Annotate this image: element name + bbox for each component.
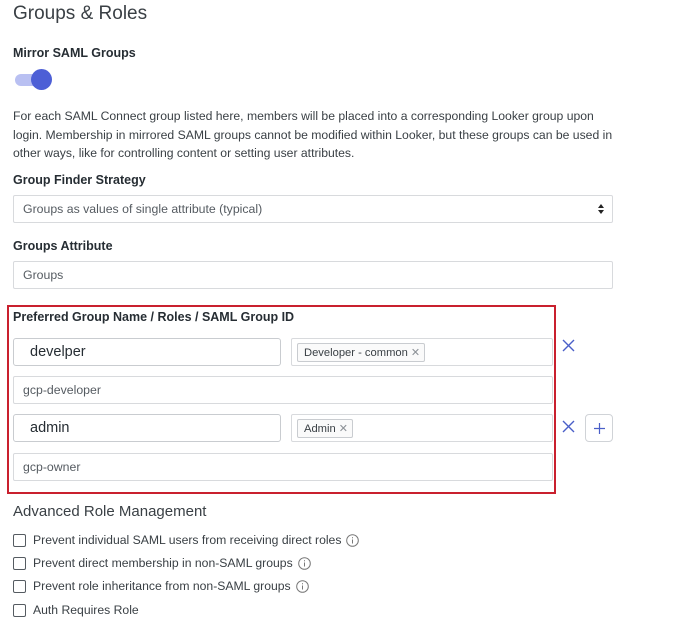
checkbox[interactable]	[13, 556, 26, 570]
saml-group-id-input[interactable]: gcp-developer	[13, 376, 553, 404]
toggle-knob	[31, 69, 52, 90]
roles-input[interactable]: Developer - common ✕	[291, 338, 553, 366]
info-icon[interactable]	[297, 556, 311, 570]
groups-attribute-input[interactable]: Groups	[13, 261, 613, 289]
advanced-option-row: Prevent direct membership in non-SAML gr…	[13, 555, 311, 571]
checkbox[interactable]	[13, 579, 26, 593]
group-name-input[interactable]: develper	[13, 338, 281, 366]
select-arrows-icon	[598, 202, 604, 216]
advanced-role-title: Advanced Role Management	[13, 503, 207, 520]
groups-roles-page: Groups & Roles Mirror SAML Groups For ea…	[0, 0, 676, 627]
close-icon[interactable]	[562, 339, 575, 352]
page-title: Groups & Roles	[13, 3, 148, 24]
group-name-input[interactable]: admin	[13, 414, 281, 442]
roles-input[interactable]: Admin ✕	[291, 414, 553, 442]
advanced-option-row: Prevent individual SAML users from recei…	[13, 532, 360, 548]
group-finder-select[interactable]: Groups as values of single attribute (ty…	[13, 195, 613, 223]
mirror-saml-description: For each SAML Connect group listed here,…	[13, 109, 613, 160]
option-label: Prevent individual SAML users from recei…	[33, 533, 342, 547]
info-icon[interactable]	[346, 533, 360, 547]
role-chip-label: Developer - common	[304, 347, 408, 359]
role-chip: Developer - common ✕	[297, 343, 426, 362]
group-finder-selected-value: Groups as values of single attribute (ty…	[23, 202, 263, 216]
remove-chip-icon[interactable]: ✕	[411, 346, 420, 359]
checkbox[interactable]	[13, 533, 26, 547]
groups-attribute-label: Groups Attribute	[13, 239, 113, 253]
option-label: Prevent role inheritance from non-SAML g…	[33, 579, 291, 593]
role-chip-label: Admin	[304, 423, 336, 435]
info-icon[interactable]	[295, 579, 309, 593]
mirror-saml-toggle[interactable]	[14, 69, 52, 91]
checkbox[interactable]	[13, 603, 26, 617]
advanced-option-row: Prevent role inheritance from non-SAML g…	[13, 578, 309, 594]
close-icon[interactable]	[562, 420, 575, 433]
add-mapping-button[interactable]	[585, 414, 613, 442]
group-finder-label: Group Finder Strategy	[13, 173, 146, 187]
advanced-option-row: Auth Requires Role	[13, 602, 139, 618]
role-chip: Admin ✕	[297, 419, 353, 438]
mirror-saml-label: Mirror SAML Groups	[13, 46, 136, 60]
option-label: Auth Requires Role	[33, 603, 139, 617]
plus-icon	[594, 423, 605, 434]
option-label: Prevent direct membership in non-SAML gr…	[33, 556, 293, 570]
saml-group-id-input[interactable]: gcp-owner	[13, 453, 553, 481]
mapping-label: Preferred Group Name / Roles / SAML Grou…	[13, 310, 295, 324]
remove-chip-icon[interactable]: ✕	[339, 422, 348, 435]
